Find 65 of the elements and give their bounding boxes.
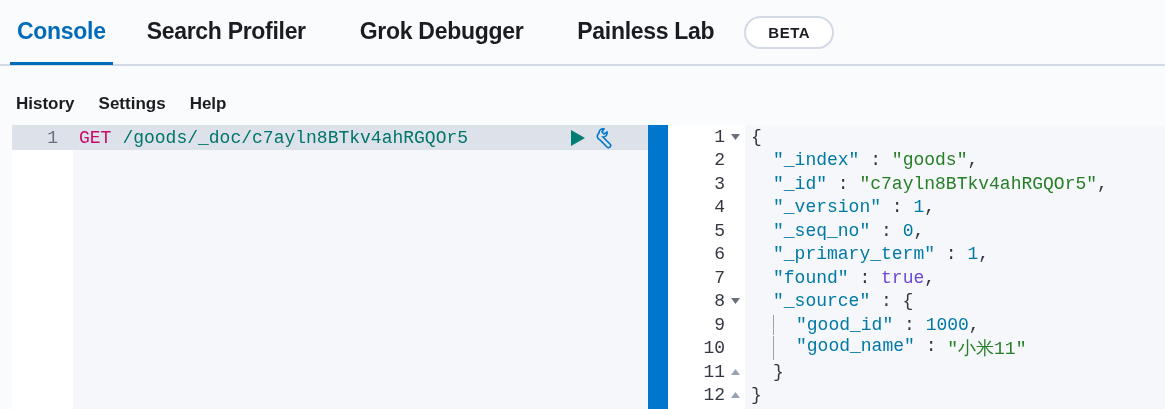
code-token: "_primary_term" — [773, 244, 936, 265]
code-token: : — [880, 220, 893, 241]
code-token: : — [890, 197, 904, 218]
code-token: : — [836, 173, 850, 194]
code-token: "_seq_no" — [773, 220, 871, 241]
fold-caret-icon[interactable] — [730, 298, 740, 305]
line-number: 1 — [46, 127, 59, 148]
code-token: "_index" — [773, 150, 860, 171]
code-token: 0 — [902, 220, 914, 241]
code-token: 1 — [967, 244, 979, 265]
beta-badge: BETA — [744, 15, 835, 49]
code-token: , — [913, 220, 925, 241]
code-token: , — [924, 197, 936, 218]
line-number: 1 — [713, 126, 725, 147]
line-number: 2 — [713, 150, 725, 171]
tab[interactable]: Search Profiler — [126, 1, 326, 65]
tab[interactable]: Grok Debugger — [339, 1, 544, 65]
code-token: , — [967, 150, 979, 171]
line-number: 12 — [702, 385, 725, 406]
line-number: 4 — [713, 197, 725, 218]
code-token: , — [968, 314, 980, 335]
code-token: "小米11" — [947, 338, 1027, 361]
code-token: "_source" — [773, 291, 871, 312]
code-token: , — [1097, 173, 1108, 194]
menu-link[interactable]: Help — [181, 90, 235, 116]
code-token: 1000 — [925, 314, 969, 335]
code-token: GET — [79, 127, 112, 148]
code-token: "good_name" — [796, 336, 915, 359]
code-token: "_id" — [773, 173, 827, 194]
play-icon[interactable] — [570, 128, 586, 147]
line-number: 9 — [713, 314, 725, 335]
code-token: : — [869, 150, 883, 171]
line-number: 8 — [713, 291, 725, 312]
request-editor[interactable]: 1 GET /goods/_doc/c7ayln8BTkv4ahRGQOr5 — [12, 125, 648, 409]
line-number: 11 — [702, 361, 725, 382]
fold-caret-icon[interactable] — [730, 368, 740, 375]
menu-link[interactable]: History — [8, 90, 83, 116]
code-token: } — [751, 385, 762, 406]
code-token: : — [924, 336, 938, 359]
line-number: 6 — [713, 244, 725, 265]
code-token: : — [858, 267, 872, 288]
menu-link[interactable]: Settings — [90, 90, 174, 116]
tab[interactable]: Console — [10, 1, 113, 65]
code-token: "c7ayln8BTkv4ahRGQOr5" — [859, 173, 1098, 194]
code-token: "good_id" — [796, 314, 894, 335]
line-number: 10 — [702, 338, 725, 359]
line-number: 3 — [713, 173, 725, 194]
code-token: { — [751, 126, 762, 147]
code-token: /goods/_doc/c7ayln8BTkv4ahRGQOr5 — [122, 127, 469, 148]
code-token: : — [944, 244, 958, 265]
line-number: 7 — [713, 267, 725, 288]
code-token: , — [924, 267, 936, 288]
code-token: , — [978, 244, 990, 265]
code-token: : — [903, 314, 916, 335]
code-token: "found" — [773, 267, 849, 288]
code-token: } — [773, 361, 784, 382]
code-token: 1 — [913, 197, 925, 218]
tab[interactable]: Painless Lab — [557, 1, 735, 65]
code-token: "_version" — [773, 197, 882, 218]
line-number: 5 — [713, 220, 725, 241]
code-token: "goods" — [891, 150, 968, 171]
code-token: : { — [880, 291, 914, 312]
fold-caret-icon[interactable] — [730, 133, 740, 140]
fold-caret-icon[interactable] — [730, 392, 740, 399]
code-token: true — [881, 267, 925, 288]
